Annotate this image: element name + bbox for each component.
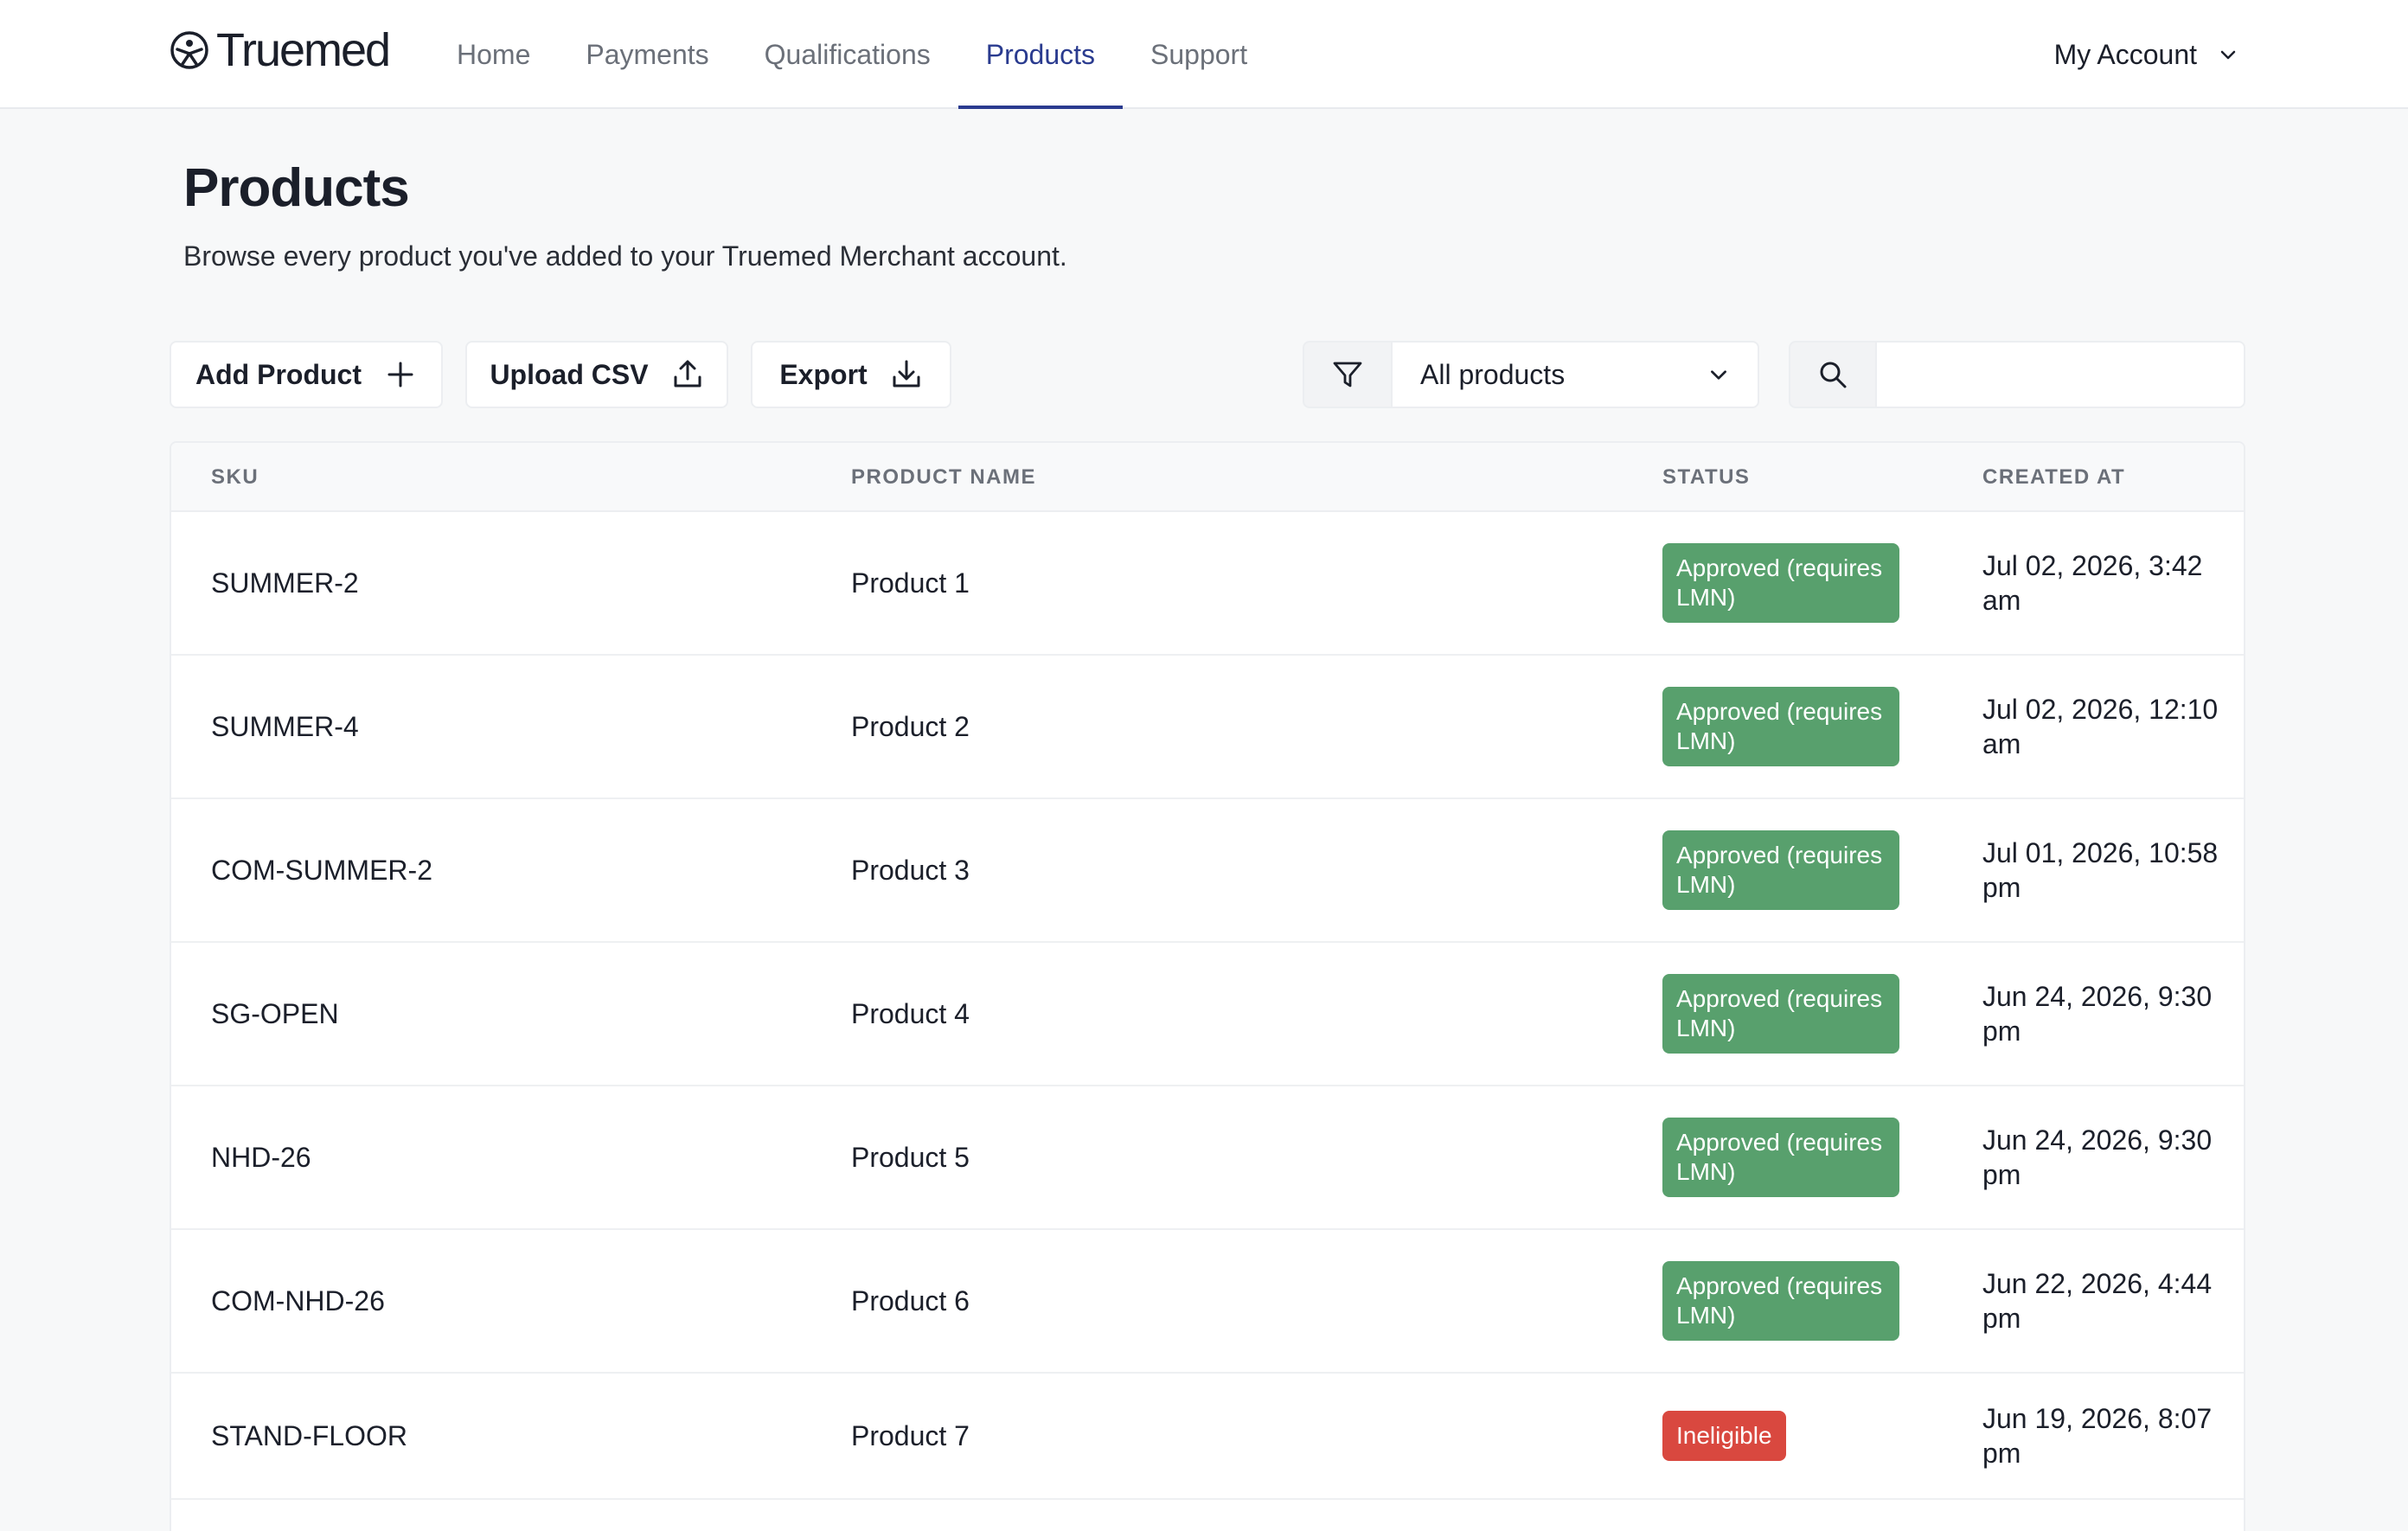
chevron-down-icon (2220, 50, 2236, 60)
products-table: SKU PRODUCT NAME STATUS CREATED AT SUMME… (170, 441, 2245, 1531)
created-at-cell: Jun 19, 2026, 8:07 pm (1982, 1403, 2213, 1469)
upload-icon (674, 360, 701, 388)
export-button[interactable]: Export (751, 341, 951, 408)
product-filter-select[interactable]: All products (1391, 341, 1759, 408)
nav-item-products[interactable]: Products (957, 0, 1124, 109)
search-icon (1820, 362, 1847, 388)
created-at-cell: Jul 02, 2026, 3:42 am (1982, 550, 2203, 616)
sku-cell: STAND-FLOOR (211, 1419, 407, 1451)
product-filter-value: All products (1420, 358, 1566, 390)
status-cell: Approved (requires LMN) (1662, 799, 1899, 941)
nav-item-home[interactable]: Home (429, 0, 558, 109)
created-at-cell: Jun 24, 2026, 9:30 pm (1982, 1124, 2213, 1190)
export-label: Export (779, 358, 868, 390)
truemed-logo-icon (170, 31, 208, 69)
created-at-cell: Jun 24, 2026, 9:30 pm (1982, 981, 2213, 1047)
column-header-sku[interactable]: SKU (211, 443, 259, 512)
sku-cell: COM-NHD-26 (211, 1284, 385, 1316)
product-name-cell: Product 4 (851, 997, 970, 1029)
sku-cell: SG-OPEN (211, 997, 339, 1029)
sku-cell: SUMMER-4 (211, 710, 359, 742)
table-row[interactable]: NHD-26 Product 5 Approved (requires LMN)… (171, 1086, 2244, 1230)
table-header: SKU PRODUCT NAME STATUS CREATED AT (171, 443, 2244, 512)
download-icon (893, 360, 920, 388)
plus-icon (387, 362, 413, 388)
main-nav: Home Payments Qualifications Products Su… (429, 0, 1275, 109)
column-header-created-at[interactable]: CREATED AT (1982, 443, 2225, 512)
table-row[interactable]: SUMMER-2 Product 1 Approved (requires LM… (171, 512, 2244, 656)
truemed-logo[interactable]: Truemed (170, 24, 391, 76)
table-row[interactable]: COM-SUMMER-2 Product 3 Approved (require… (171, 799, 2244, 943)
status-cell: Approved (requires LMN) (1662, 656, 1899, 798)
filter-icon (1333, 362, 1362, 388)
status-cell: Approved (requires LMN) (1662, 512, 1899, 654)
product-name-cell: Product 1 (851, 567, 970, 599)
status-badge: Approved (requires LMN) (1662, 974, 1899, 1054)
brand-name: Truemed (216, 24, 391, 76)
nav-item-payments[interactable]: Payments (558, 0, 736, 109)
search-button[interactable] (1789, 341, 1875, 408)
product-name-cell: Product 3 (851, 854, 970, 886)
status-cell: Approved (requires LMN) (1662, 1230, 1899, 1372)
created-at-cell: Jun 22, 2026, 4:44 pm (1982, 1268, 2213, 1334)
table-row[interactable]: SG-OPEN Product 4 Approved (requires LMN… (171, 943, 2244, 1086)
chevron-down-icon (1711, 370, 1726, 380)
product-name-cell: Product 2 (851, 710, 970, 742)
nav-item-support[interactable]: Support (1123, 0, 1275, 109)
status-badge: Approved (requires LMN) (1662, 687, 1899, 766)
page-title: Products (183, 158, 410, 218)
status-badge: Approved (requires LMN) (1662, 830, 1899, 910)
table-row[interactable]: STAND-FLOOR Product 7 Ineligible Jun 19,… (171, 1374, 2244, 1500)
created-at-cell: Jul 02, 2026, 12:10 am (1982, 694, 2219, 759)
created-at-cell: Jul 01, 2026, 10:58 pm (1982, 837, 2219, 903)
status-cell: Approved (requires LMN) (1662, 943, 1899, 1085)
product-name-cell: Product 7 (851, 1419, 970, 1451)
top-navigation-bar: Truemed Home Payments Qualifications Pro… (0, 0, 2408, 109)
sku-cell: COM-SUMMER-2 (211, 854, 432, 886)
add-product-label: Add Product (195, 358, 362, 390)
table-row[interactable]: COM-NHD-26 Product 6 Approved (requires … (171, 1230, 2244, 1374)
status-cell: Approved (requires LMN) (1662, 1086, 1899, 1228)
status-cell: Ineligible (1662, 1374, 1786, 1498)
upload-csv-label: Upload CSV (490, 358, 649, 390)
status-badge: Approved (requires LMN) (1662, 1261, 1899, 1341)
status-badge: Approved (requires LMN) (1662, 543, 1899, 623)
column-header-status[interactable]: STATUS (1662, 443, 1750, 512)
filter-button[interactable] (1303, 341, 1391, 408)
column-header-product-name[interactable]: PRODUCT NAME (851, 443, 1036, 512)
status-badge: Approved (requires LMN) (1662, 1118, 1899, 1197)
add-product-button[interactable]: Add Product (170, 341, 443, 408)
product-name-cell: Product 6 (851, 1284, 970, 1316)
search-input[interactable] (1875, 341, 2245, 408)
my-account-menu[interactable]: My Account (2054, 31, 2238, 78)
nav-item-qualifications[interactable]: Qualifications (737, 0, 958, 109)
page-subtitle: Browse every product you've added to you… (183, 240, 1067, 272)
sku-cell: NHD-26 (211, 1141, 311, 1173)
table-row[interactable]: SUMMER-4 Product 2 Approved (requires LM… (171, 656, 2244, 799)
upload-csv-button[interactable]: Upload CSV (465, 341, 728, 408)
sku-cell: SUMMER-2 (211, 567, 359, 599)
my-account-label: My Account (2053, 38, 2197, 70)
product-name-cell: Product 5 (851, 1141, 970, 1173)
status-badge: Ineligible (1662, 1411, 1786, 1461)
